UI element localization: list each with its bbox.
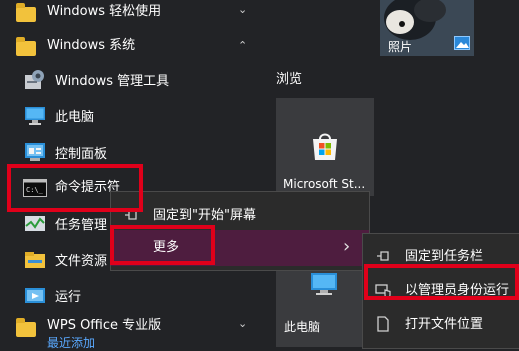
pin-to-taskbar-menu-item[interactable]: 固定到任务栏 [363,238,519,274]
photos-tile[interactable]: 照片 [380,0,474,56]
list-item-wps-office[interactable]: WPS Office 专业版 ⌄ [0,309,260,343]
pin-icon [125,210,137,220]
list-item-windows-admin-tools[interactable]: Windows 管理工具 [0,64,260,98]
list-item-label: 此电脑 [55,110,95,125]
list-item-windows-ease-of-access[interactable]: Windows 轻松使用 ⌄ [0,0,260,28]
list-item-label: 运行 [55,290,82,305]
context-menu: 固定到"开始"屏幕 更多 › [110,191,370,271]
run-as-admin-label: 以管理员身份运行 [405,283,510,298]
list-item-label: WPS Office 专业版 [47,318,162,333]
microsoft-store-label: Microsoft St... [283,177,366,191]
run-icon [25,288,45,303]
list-item-label: Windows 轻松使用 [47,4,162,19]
folder-icon [16,37,36,56]
pin-icon [377,251,389,261]
list-item-label: 文件资源 [55,254,108,269]
photos-tile-label: 照片 [388,40,413,54]
svg-text:C:\_: C:\_ [26,186,44,194]
run-as-admin-menu-item[interactable]: 以管理员身份运行 [363,272,519,308]
pin-to-taskbar-label: 固定到任务栏 [405,249,484,264]
open-file-location-menu-item[interactable]: 打开文件位置 [363,306,519,342]
list-item-label: 控制面板 [55,147,108,162]
list-item-label: Windows 系统 [47,38,136,53]
task-manager-icon [25,216,45,231]
admin-tools-icon [25,70,44,89]
this-pc-tile-label: 此电脑 [284,320,321,334]
more-menu-item[interactable]: 更多 › [111,230,369,266]
pin-to-start-label: 固定到"开始"屏幕 [153,208,256,223]
photos-app-icon [454,36,470,50]
file-icon [377,316,389,332]
browse-group-header: 浏览 [276,72,303,87]
shield-icon [375,284,391,299]
chevron-down-icon: ⌄ [238,317,248,330]
open-file-location-label: 打开文件位置 [405,317,484,332]
control-panel-icon [25,143,45,161]
list-item-windows-system[interactable]: Windows 系统 ⌃ [0,29,260,63]
list-item-control-panel[interactable]: 控制面板 [0,137,260,171]
list-item-label: 任务管理 [55,218,108,233]
microsoft-store-tile[interactable]: Microsoft St... [276,98,374,196]
this-pc-icon [25,107,45,125]
more-submenu: 固定到任务栏 以管理员身份运行 打开文件位置 [362,233,519,349]
folder-icon [16,3,36,22]
chevron-right-icon: › [343,236,351,257]
microsoft-store-icon [313,133,337,160]
chevron-down-icon: ⌄ [238,3,248,16]
cmd-icon: C:\_ [23,179,47,197]
folder-icon [16,318,36,337]
file-explorer-icon [25,252,45,268]
pin-to-start-menu-item[interactable]: 固定到"开始"屏幕 [111,198,369,234]
this-pc-icon [311,273,337,295]
chevron-up-icon: ⌃ [238,39,248,52]
list-item-this-pc[interactable]: 此电脑 [0,100,260,134]
recently-added-label: 最近添加 [47,336,96,350]
list-item-label: Windows 管理工具 [55,74,170,89]
more-label: 更多 [153,240,180,255]
